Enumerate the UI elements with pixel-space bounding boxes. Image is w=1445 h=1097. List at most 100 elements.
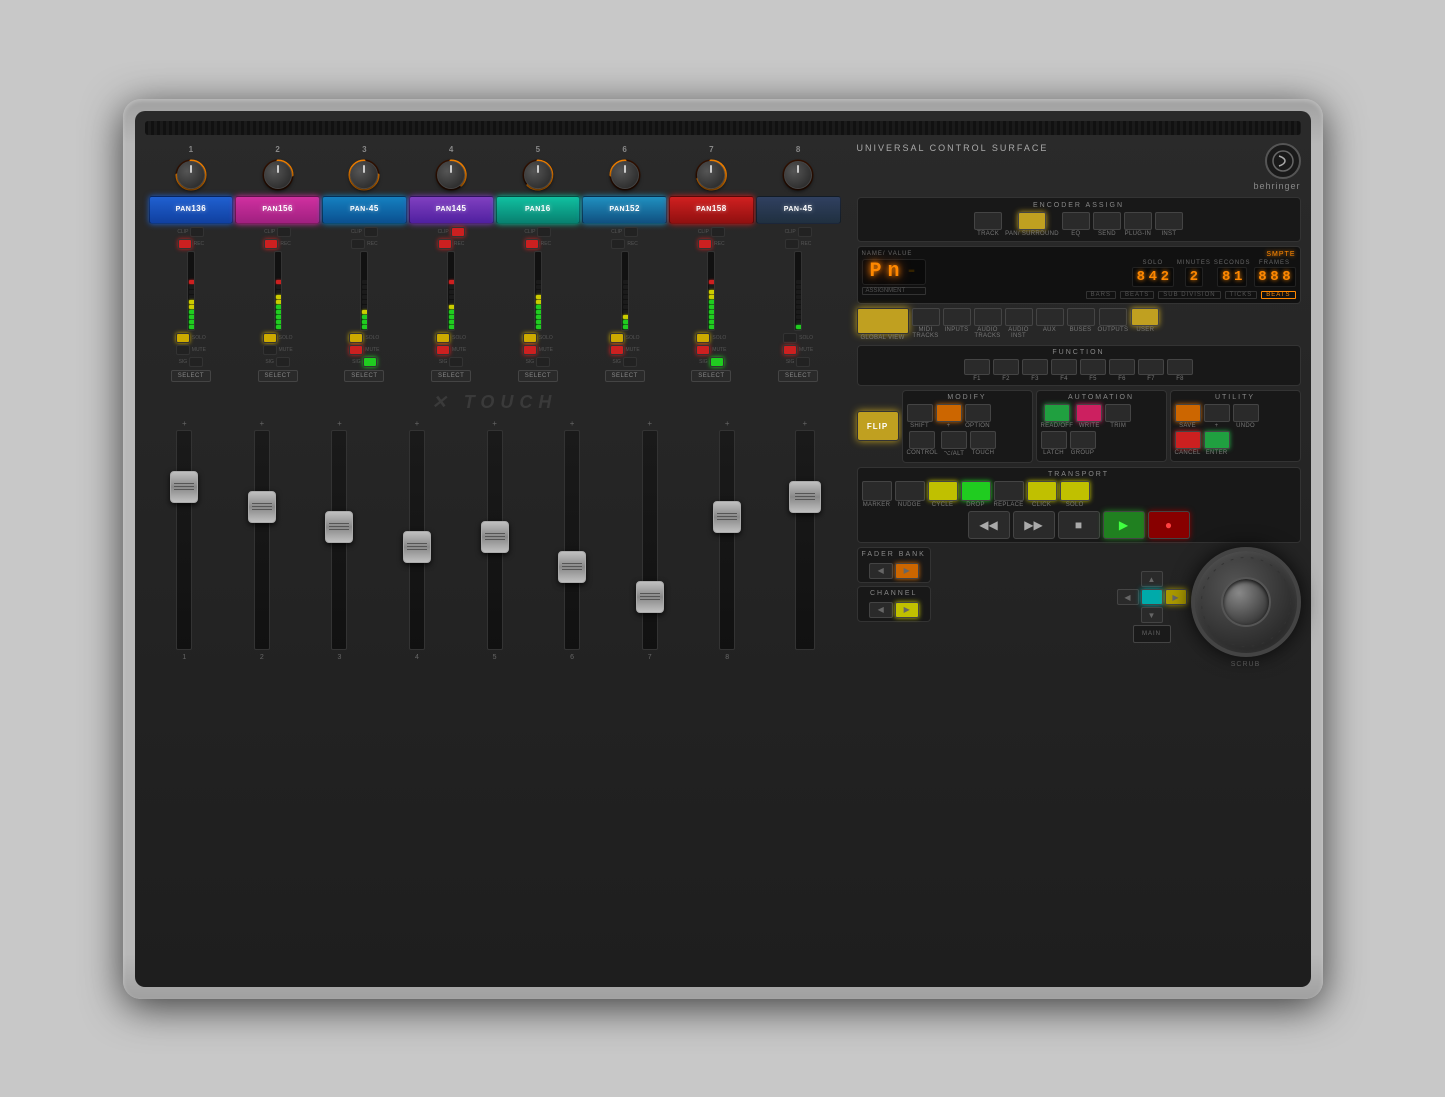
click-btn[interactable] xyxy=(1027,481,1057,501)
knob-2[interactable] xyxy=(264,161,292,189)
enter-btn[interactable] xyxy=(1204,431,1230,449)
read-off-btn[interactable] xyxy=(1044,404,1070,422)
nav-left-btn[interactable]: ◀ xyxy=(1117,589,1139,605)
knob-4[interactable] xyxy=(437,161,465,189)
aux-btn[interactable] xyxy=(1036,308,1064,326)
mute-btn-8[interactable] xyxy=(783,345,797,355)
record-btn[interactable]: ● xyxy=(1148,511,1190,539)
lcd-1[interactable]: PAN 136 xyxy=(149,196,234,224)
knob-7[interactable] xyxy=(697,161,725,189)
knob-6[interactable] xyxy=(611,161,639,189)
trim-btn[interactable] xyxy=(1105,404,1131,422)
f1-btn[interactable] xyxy=(964,359,990,375)
group-btn[interactable] xyxy=(1070,431,1096,449)
select-btn-7[interactable]: SELECT xyxy=(691,370,731,382)
touch-btn[interactable] xyxy=(970,431,996,449)
knob-3[interactable] xyxy=(350,161,378,189)
fader-handle-8[interactable] xyxy=(713,501,741,533)
fast-forward-btn[interactable]: ▶▶ xyxy=(1013,511,1055,539)
channel-left-btn[interactable]: ◀ xyxy=(869,602,893,618)
sig-btn-1[interactable] xyxy=(189,357,203,367)
select-btn-2[interactable]: SELECT xyxy=(258,370,298,382)
jog-wheel[interactable] xyxy=(1191,547,1301,657)
option-btn[interactable] xyxy=(965,404,991,422)
solo-btn-3[interactable] xyxy=(349,333,363,343)
main-button[interactable]: MAIN xyxy=(1133,625,1171,643)
sig-btn-3[interactable] xyxy=(363,357,377,367)
lcd-4[interactable]: PAN 145 xyxy=(409,196,494,224)
alt-btn[interactable] xyxy=(941,431,967,449)
sig-btn-4[interactable] xyxy=(449,357,463,367)
f2-btn[interactable] xyxy=(993,359,1019,375)
rec-btn-5[interactable] xyxy=(525,239,539,249)
knob-5[interactable] xyxy=(524,161,552,189)
rec-btn-8[interactable] xyxy=(785,239,799,249)
bank-right-btn[interactable]: ▶ xyxy=(895,563,919,579)
fader-handle-6[interactable] xyxy=(558,551,586,583)
solo-btn-1[interactable] xyxy=(176,333,190,343)
audio-inst-btn[interactable] xyxy=(1005,308,1033,326)
clip-btn-4[interactable] xyxy=(451,227,465,237)
lcd-3[interactable]: PAN -45 xyxy=(322,196,407,224)
enc-plugin-button[interactable] xyxy=(1124,212,1152,230)
sig-btn-6[interactable] xyxy=(623,357,637,367)
inputs-btn[interactable] xyxy=(943,308,971,326)
f6-btn[interactable] xyxy=(1109,359,1135,375)
rec-btn-2[interactable] xyxy=(264,239,278,249)
rec-btn-1[interactable] xyxy=(178,239,192,249)
enc-track-button[interactable] xyxy=(974,212,1002,230)
sig-btn-7[interactable] xyxy=(710,357,724,367)
enc-eq-button[interactable] xyxy=(1062,212,1090,230)
solo-btn-8[interactable] xyxy=(783,333,797,343)
mute-btn-3[interactable] xyxy=(349,345,363,355)
sig-btn-5[interactable] xyxy=(536,357,550,367)
lcd-2[interactable]: PAN 156 xyxy=(235,196,320,224)
f3-btn[interactable] xyxy=(1022,359,1048,375)
clip-btn-3[interactable] xyxy=(364,227,378,237)
enc-send-button[interactable] xyxy=(1093,212,1121,230)
solo-btn-7[interactable] xyxy=(696,333,710,343)
select-btn-8[interactable]: SELECT xyxy=(778,370,818,382)
control-btn[interactable] xyxy=(909,431,935,449)
enc-inst-button[interactable] xyxy=(1155,212,1183,230)
replace-btn[interactable] xyxy=(994,481,1024,501)
nav-right-btn[interactable]: ▶ xyxy=(1165,589,1187,605)
lcd-8[interactable]: PAN -45 xyxy=(756,196,841,224)
mute-btn-5[interactable] xyxy=(523,345,537,355)
mute-btn-6[interactable] xyxy=(610,345,624,355)
midi-tracks-btn[interactable] xyxy=(912,308,940,326)
f5-btn[interactable] xyxy=(1080,359,1106,375)
lcd-5[interactable]: PAN 16 xyxy=(496,196,581,224)
solo-btn-6[interactable] xyxy=(610,333,624,343)
select-btn-3[interactable]: SELECT xyxy=(344,370,384,382)
lcd-7[interactable]: PAN 158 xyxy=(669,196,754,224)
rewind-btn[interactable]: ◀◀ xyxy=(968,511,1010,539)
fader-handle-1[interactable] xyxy=(170,471,198,503)
mute-btn-7[interactable] xyxy=(696,345,710,355)
select-btn-1[interactable]: SELECT xyxy=(171,370,211,382)
fader-handle-5[interactable] xyxy=(481,521,509,553)
clip-btn-7[interactable] xyxy=(711,227,725,237)
solo-btn-2[interactable] xyxy=(263,333,277,343)
outputs-btn[interactable] xyxy=(1099,308,1127,326)
knob-8[interactable] xyxy=(784,161,812,189)
knob-1[interactable] xyxy=(177,161,205,189)
nav-center-btn[interactable] xyxy=(1141,589,1163,605)
cancel-btn[interactable] xyxy=(1175,431,1201,449)
buses-btn[interactable] xyxy=(1067,308,1095,326)
sig-btn-8[interactable] xyxy=(796,357,810,367)
enc-pan-button[interactable] xyxy=(1018,212,1046,230)
stop-btn[interactable]: ■ xyxy=(1058,511,1100,539)
nav-down-btn[interactable]: ▼ xyxy=(1141,607,1163,623)
fader-handle-4[interactable] xyxy=(403,531,431,563)
lcd-6[interactable]: PAN 152 xyxy=(582,196,667,224)
solo-btn-4[interactable] xyxy=(436,333,450,343)
rec-btn-3[interactable] xyxy=(351,239,365,249)
mute-btn-2[interactable] xyxy=(263,345,277,355)
clip-btn-2[interactable] xyxy=(277,227,291,237)
save-btn[interactable] xyxy=(1175,404,1201,422)
write-btn[interactable] xyxy=(1076,404,1102,422)
cycle-btn[interactable] xyxy=(928,481,958,501)
shift-btn[interactable] xyxy=(907,404,933,422)
nav-up-btn[interactable]: ▲ xyxy=(1141,571,1163,587)
